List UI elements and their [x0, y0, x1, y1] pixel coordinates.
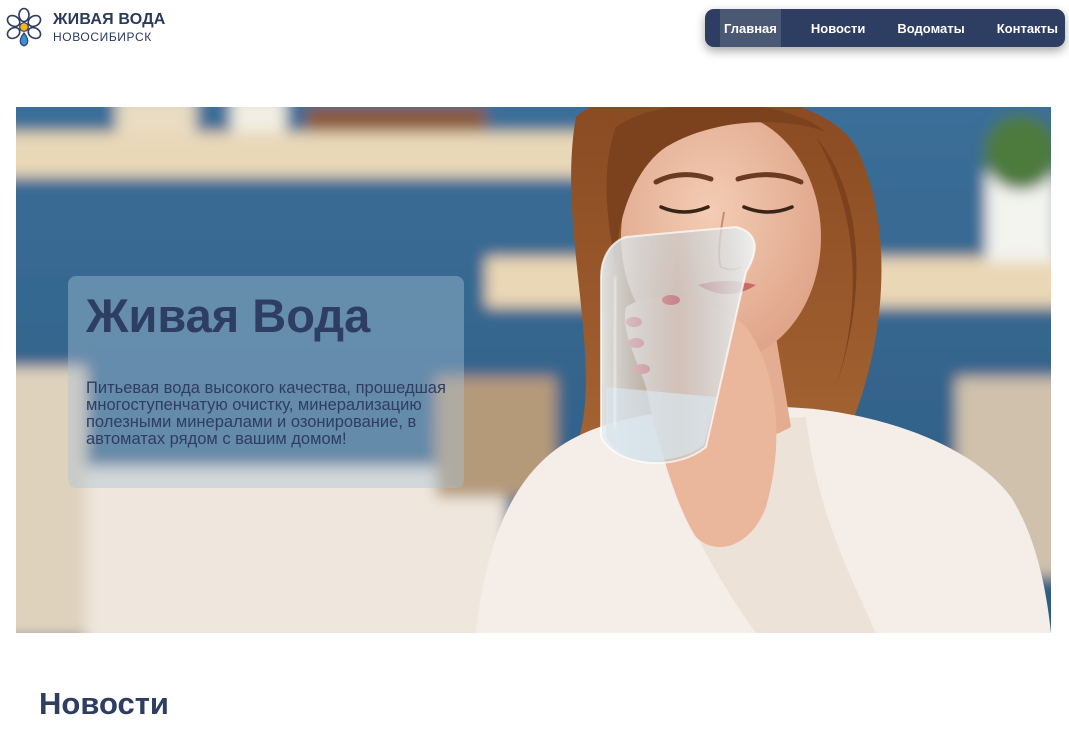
hero-banner: Живая Вода Питьевая вода высокого качест…: [16, 107, 1051, 633]
nav-item-news[interactable]: Новости: [807, 9, 870, 47]
brand-logo[interactable]: ЖИВАЯ ВОДА НОВОСИБИРСК: [4, 6, 166, 48]
brand-title: ЖИВАЯ ВОДА: [53, 11, 166, 28]
hero-title: Живая Вода: [86, 289, 371, 342]
hero-info-card: Живая Вода Питьевая вода высокого качест…: [68, 276, 464, 488]
nav-item-home[interactable]: Главная: [720, 9, 781, 47]
main-nav: Главная Новости Водоматы Контакты: [705, 9, 1065, 47]
nav-item-contacts[interactable]: Контакты: [993, 9, 1062, 47]
nav-item-water-machines[interactable]: Водоматы: [893, 9, 968, 47]
hero-description: Питьевая вода высокого качества, прошедш…: [86, 379, 446, 448]
news-section-title: Новости: [39, 686, 169, 721]
brand-subtitle: НОВОСИБИРСК: [53, 30, 152, 44]
flower-logo-icon: [6, 7, 42, 47]
